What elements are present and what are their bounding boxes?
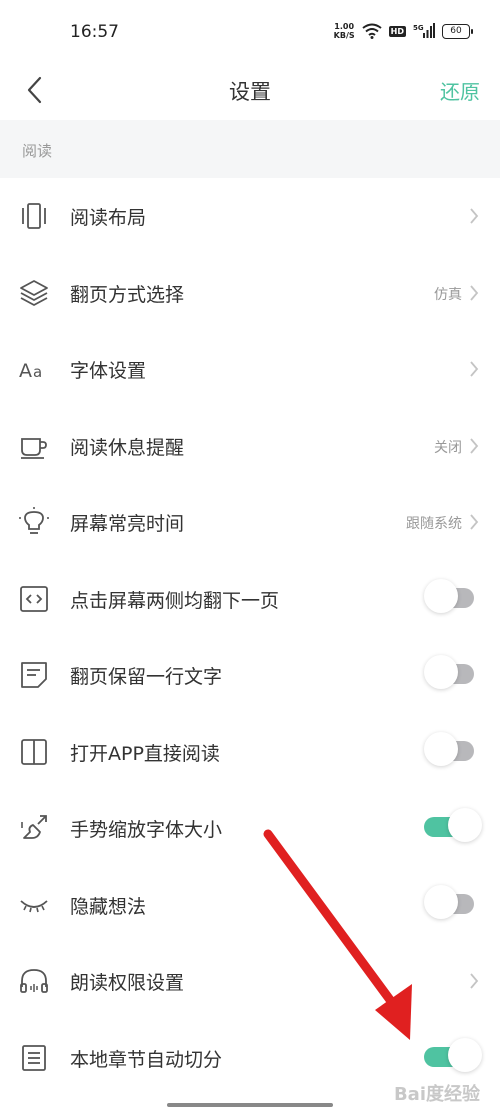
light-bulb-icon — [19, 507, 49, 534]
setting-row-pinch-zoom-font: 手势缩放字体大小 — [0, 790, 500, 867]
open-book-icon — [21, 738, 47, 765]
pinch-gesture-icon — [21, 815, 47, 839]
restore-button[interactable]: 还原 — [440, 76, 480, 105]
setting-row-screen-on-time[interactable]: 屏幕常亮时间 跟随系统 — [0, 484, 500, 561]
toggle-switch[interactable] — [424, 578, 474, 613]
setting-label: 翻页方式选择 — [70, 283, 185, 306]
wifi-icon — [362, 23, 382, 39]
setting-row-open-app-read: 打开APP直接阅读 — [0, 714, 500, 791]
code-brackets-icon — [20, 585, 48, 612]
setting-value: 跟随系统 — [406, 516, 462, 532]
chevron-right-icon — [470, 361, 479, 377]
network-speed: 1.00 KB/S — [333, 22, 355, 40]
hd-badge: HD — [388, 25, 406, 37]
setting-label: 翻页保留一行文字 — [70, 666, 223, 688]
settings-list: 阅读布局 翻页方式选择 仿真 A a 字体设置 阅读休息提醒 关闭 屏幕常亮时间… — [0, 178, 500, 1096]
status-time: 16:57 — [70, 22, 119, 42]
chevron-right-icon — [470, 208, 479, 224]
setting-value: 仿真 — [434, 286, 462, 303]
setting-label: 本地章节自动切分 — [70, 1048, 223, 1071]
chevron-right-icon — [470, 437, 479, 454]
headphones-icon — [20, 969, 48, 993]
toggle-switch[interactable] — [424, 884, 474, 919]
setting-label: 阅读布局 — [70, 207, 147, 229]
note-icon — [21, 662, 47, 688]
list-icon — [22, 1044, 46, 1071]
svg-text:A: A — [19, 360, 32, 382]
font-icon: A a — [19, 360, 42, 382]
signal-icon: 5G — [413, 23, 435, 38]
layout-icon — [22, 203, 46, 229]
battery-indicator: 60 — [442, 23, 473, 39]
section-label: 阅读 — [22, 142, 53, 160]
nav-bar: 设置 还原 — [0, 64, 500, 120]
setting-label: 屏幕常亮时间 — [70, 513, 185, 535]
toggle-switch[interactable] — [424, 808, 482, 842]
setting-label: 隐藏想法 — [70, 895, 147, 918]
signal-label: 5G — [413, 24, 424, 32]
chevron-right-icon — [470, 973, 479, 989]
toggle-switch[interactable] — [424, 731, 474, 766]
toggle-switch[interactable] — [424, 655, 474, 689]
toggle-knob — [424, 578, 458, 613]
setting-row-hide-ideas: 隐藏想法 — [0, 867, 500, 944]
status-icons: 1.00 KB/S HD 5G 60 — [333, 22, 473, 40]
setting-row-keep-line-on-turn: 翻页保留一行文字 — [0, 637, 500, 714]
setting-row-rest-reminder[interactable]: 阅读休息提醒 关闭 — [0, 408, 500, 485]
setting-label: 朗读权限设置 — [70, 972, 185, 994]
setting-row-font-settings[interactable]: A a 字体设置 — [0, 331, 500, 408]
closed-eye-icon — [20, 899, 48, 912]
svg-text:a: a — [33, 363, 42, 381]
setting-label: 打开APP直接阅读 — [70, 742, 220, 765]
page-title: 设置 — [229, 80, 271, 104]
setting-row-page-turn-mode[interactable]: 翻页方式选择 仿真 — [0, 255, 500, 332]
status-bar: 16:57 1.00 KB/S HD 5G 60 — [0, 0, 500, 64]
toggle-knob — [448, 1037, 482, 1072]
setting-value: 关闭 — [434, 439, 462, 456]
setting-label: 阅读休息提醒 — [70, 436, 185, 459]
toggle-knob — [424, 884, 458, 919]
setting-label: 点击屏幕两侧均翻下一页 — [70, 589, 280, 612]
setting-row-read-aloud-permission[interactable]: 朗读权限设置 — [0, 943, 500, 1020]
toggle-knob — [424, 731, 458, 766]
setting-label: 字体设置 — [70, 360, 147, 382]
setting-label: 手势缩放字体大小 — [70, 819, 223, 841]
toggle-switch[interactable] — [424, 1037, 482, 1072]
chevron-right-icon — [470, 514, 479, 530]
toggle-knob — [448, 808, 482, 842]
section-header: 阅读 — [0, 120, 500, 178]
setting-row-tap-sides-next-page: 点击屏幕两侧均翻下一页 — [0, 561, 500, 638]
coffee-cup-icon — [21, 437, 47, 459]
home-indicator[interactable] — [167, 1103, 333, 1107]
layers-icon — [20, 279, 48, 306]
chevron-right-icon — [470, 284, 479, 301]
setting-row-reading-layout[interactable]: 阅读布局 — [0, 178, 500, 255]
watermark: Bai度经验 — [393, 1084, 480, 1105]
toggle-knob — [424, 655, 458, 689]
